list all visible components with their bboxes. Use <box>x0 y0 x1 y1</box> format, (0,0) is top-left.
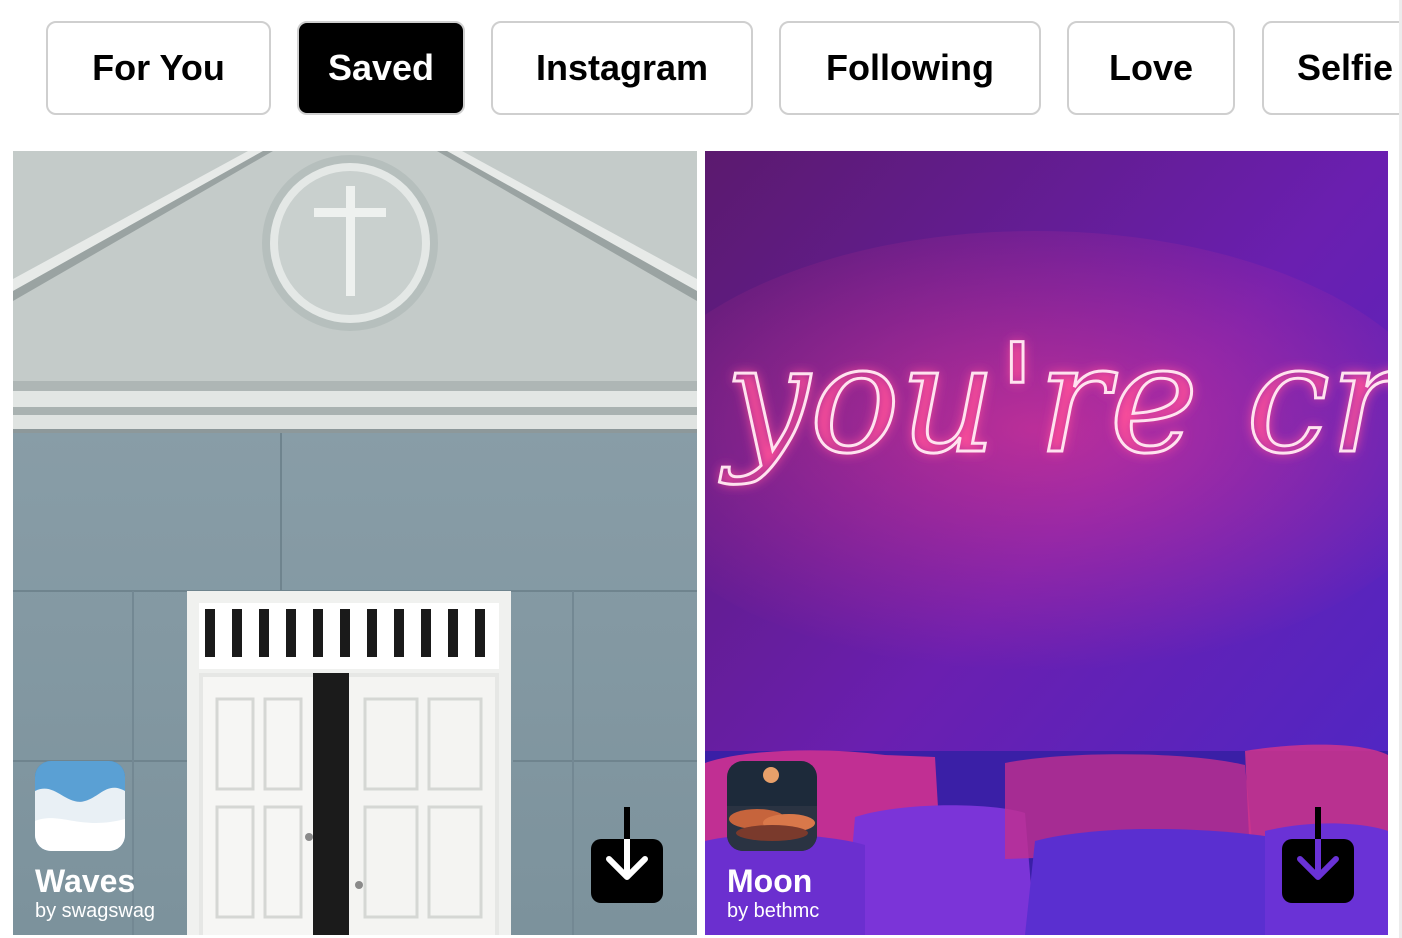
download-button[interactable] <box>1282 807 1354 903</box>
download-button[interactable] <box>591 807 663 903</box>
tab-love[interactable]: Love <box>1067 21 1235 115</box>
tab-selfie[interactable]: Selfie <box>1262 21 1400 115</box>
download-icon <box>606 807 648 880</box>
waves-app-icon <box>35 761 125 851</box>
card-author: by swagswag <box>35 900 156 922</box>
tab-for-you[interactable]: For You <box>46 21 271 115</box>
neon-text: you're cra <box>719 313 1388 487</box>
wallpaper-card-moon[interactable]: you're cra you're cra Moon <box>705 151 1388 935</box>
card-title: Waves <box>35 863 136 899</box>
tab-instagram[interactable]: Instagram <box>491 21 753 115</box>
card-author: by bethmc <box>727 900 820 922</box>
tab-saved[interactable]: Saved <box>297 21 465 115</box>
card-info: Waves by swagswag <box>35 761 155 923</box>
moon-app-icon <box>727 761 817 851</box>
category-tab-bar: For You Saved Instagram Following Love S… <box>0 0 1400 140</box>
tab-following[interactable]: Following <box>779 21 1041 115</box>
card-title: Moon <box>727 863 813 899</box>
wallpaper-card-waves[interactable]: Waves by swagswag <box>13 151 697 935</box>
card-info: Moon by bethmc <box>727 761 819 923</box>
download-icon <box>1297 807 1339 880</box>
